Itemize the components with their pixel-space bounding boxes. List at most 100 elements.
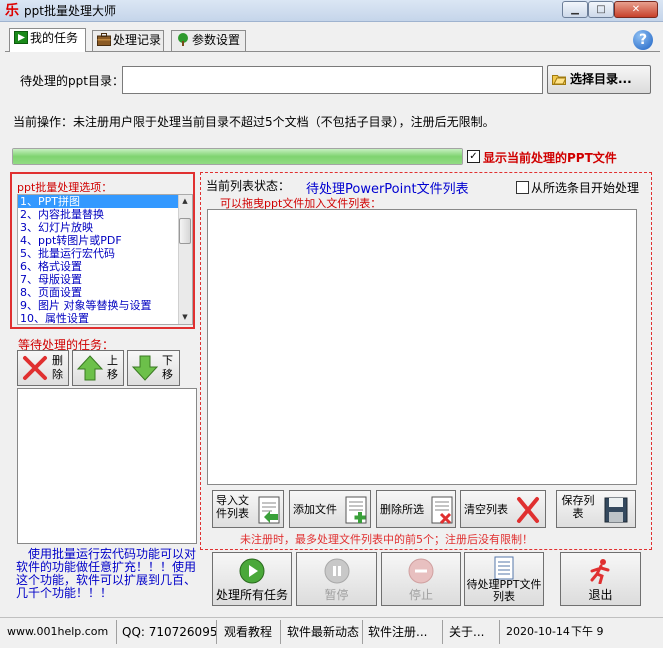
status-about[interactable]: 关于... [449, 624, 484, 640]
status-separator [362, 620, 363, 644]
exit-button[interactable]: 退出 [560, 552, 641, 606]
status-separator [499, 620, 500, 644]
import-icon [258, 496, 280, 524]
pause-label: 暂停 [324, 588, 349, 602]
status-time: 下午 9 [571, 625, 604, 638]
floppy-disk-icon [604, 497, 628, 523]
tab-records[interactable]: 处理记录 [92, 30, 164, 51]
move-down-button[interactable]: 下移 [127, 350, 180, 386]
tree-icon [178, 33, 188, 46]
current-operation-text: 当前操作：未注册用户限于处理当前目录不超过5个文档（不包括子目录），注册后无限制… [13, 115, 495, 129]
tab-my-tasks[interactable]: 我的任务 [9, 28, 86, 52]
briefcase-icon [97, 33, 111, 46]
option-item[interactable]: 5、批量运行宏代码 [18, 247, 180, 260]
clear-list-label: 清空列表 [464, 503, 508, 516]
delete-task-label: 删除 [52, 354, 63, 381]
progress-fill [13, 149, 462, 164]
pause-button[interactable]: 暂停 [296, 552, 377, 606]
save-list-label: 保存列表 [561, 494, 595, 520]
show-current-checkbox[interactable]: ✓ [467, 150, 480, 163]
maximize-button[interactable]: □ [588, 1, 614, 18]
status-website[interactable]: www.001help.com [7, 624, 108, 640]
file-list[interactable] [207, 209, 637, 485]
run-all-tasks-button[interactable]: 处理所有任务 [212, 552, 292, 606]
option-item[interactable]: 1、PPT拼图 [18, 195, 180, 208]
help-icon[interactable]: ? [633, 30, 653, 50]
tab-divider [5, 51, 660, 52]
from-selected-checkbox[interactable] [516, 181, 529, 194]
app-logo-icon: 乐 [5, 3, 19, 19]
option-item[interactable]: 4、ppt转图片或PDF [18, 234, 180, 247]
pause-icon [324, 558, 349, 584]
option-item[interactable]: 9、图片 对象等替换与设置 [18, 299, 180, 312]
status-latest-news[interactable]: 软件最新动态 [287, 624, 359, 640]
folder-icon [552, 75, 566, 85]
options-list[interactable]: 1、PPT拼图 2、内容批量替换 3、幻灯片放映 4、ppt转图片或PDF 5、… [17, 194, 193, 325]
show-current-label[interactable]: 显示当前处理的PPT文件 [483, 149, 617, 166]
status-separator [280, 620, 281, 644]
stop-button[interactable]: 停止 [381, 552, 461, 606]
tab-label: 处理记录 [113, 33, 162, 47]
option-item[interactable]: 2、内容批量替换 [18, 208, 180, 221]
play-icon [14, 31, 28, 44]
scroll-down-arrow-icon[interactable]: ▼ [178, 311, 192, 323]
options-scrollbar[interactable] [178, 195, 192, 324]
status-separator [442, 620, 443, 644]
move-up-label: 上移 [107, 354, 118, 381]
delete-task-button[interactable]: 删除 [17, 350, 69, 386]
remove-selected-button[interactable]: 删除所选 [376, 490, 456, 528]
option-item[interactable]: 10、属性设置 [18, 312, 180, 324]
close-button[interactable]: ✕ [614, 1, 658, 18]
arrow-up-icon [76, 355, 104, 381]
option-item[interactable]: 7、母版设置 [18, 273, 180, 286]
option-item[interactable]: 6、格式设置 [18, 260, 180, 273]
remove-selected-label: 删除所选 [380, 503, 424, 516]
move-down-label: 下移 [162, 354, 173, 381]
status-date: 2020-10-14 [506, 625, 570, 638]
directory-input[interactable] [122, 66, 543, 94]
running-man-icon [590, 559, 609, 584]
arrow-down-icon [131, 355, 159, 381]
directory-label: 待处理的ppt目录： [20, 74, 124, 88]
tab-label: 参数设置 [192, 33, 241, 47]
select-directory-label: 选择目录... [570, 72, 632, 86]
promo-text: 使用批量运行宏代码功能可以对软件的功能做任意扩充！！！使用这个功能，软件可以扩展… [16, 547, 197, 600]
clear-x-icon [517, 497, 539, 523]
tab-label: 我的任务 [30, 31, 79, 45]
status-separator [116, 620, 117, 644]
import-list-label: 导入文件列表 [216, 494, 249, 520]
add-file-label: 添加文件 [293, 503, 337, 516]
scroll-up-arrow-icon[interactable]: ▲ [178, 195, 192, 207]
pending-ppt-label: 待处理PPT文件列表 [466, 578, 542, 603]
move-up-button[interactable]: 上移 [72, 350, 124, 386]
list-status-label: 当前列表状态： [206, 179, 291, 193]
remove-file-icon [431, 496, 453, 525]
run-all-label: 处理所有任务 [215, 588, 288, 602]
exit-label: 退出 [588, 588, 613, 602]
scrollbar-thumb[interactable] [179, 218, 191, 244]
select-directory-button[interactable]: 选择目录... [547, 65, 651, 94]
option-item[interactable]: 3、幻灯片放映 [18, 221, 180, 234]
import-list-button[interactable]: 导入文件列表 [212, 490, 284, 528]
minimize-button[interactable]: ▁ [562, 1, 588, 18]
progress-bar [12, 148, 463, 165]
red-x-icon [23, 356, 47, 380]
window-title: ppt批量处理大师 [24, 4, 116, 18]
clear-list-button[interactable]: 清空列表 [460, 490, 546, 528]
pending-ppt-list-button[interactable]: 待处理PPT文件列表 [464, 552, 544, 606]
status-separator [216, 620, 217, 644]
add-file-button[interactable]: 添加文件 [289, 490, 371, 528]
option-item[interactable]: 8、页面设置 [18, 286, 180, 299]
pending-tasks-list[interactable] [17, 388, 197, 544]
play-circle-icon [239, 558, 265, 584]
options-title: ppt批量处理选项： [17, 181, 113, 194]
status-watch-tutorial[interactable]: 观看教程 [224, 624, 272, 640]
status-register[interactable]: 软件注册... [368, 624, 427, 640]
save-list-button[interactable]: 保存列表 [556, 490, 636, 528]
stop-label: 停止 [408, 588, 433, 602]
status-qq: QQ: 710726095 [122, 625, 218, 639]
limit-hint: 未注册时，最多处理文件列表中的前5个；注册后没有限制！ [240, 533, 533, 546]
tab-parameter-settings[interactable]: 参数设置 [171, 30, 246, 51]
from-selected-label[interactable]: 从所选条目开始处理 [531, 179, 639, 196]
add-file-icon [345, 496, 367, 524]
